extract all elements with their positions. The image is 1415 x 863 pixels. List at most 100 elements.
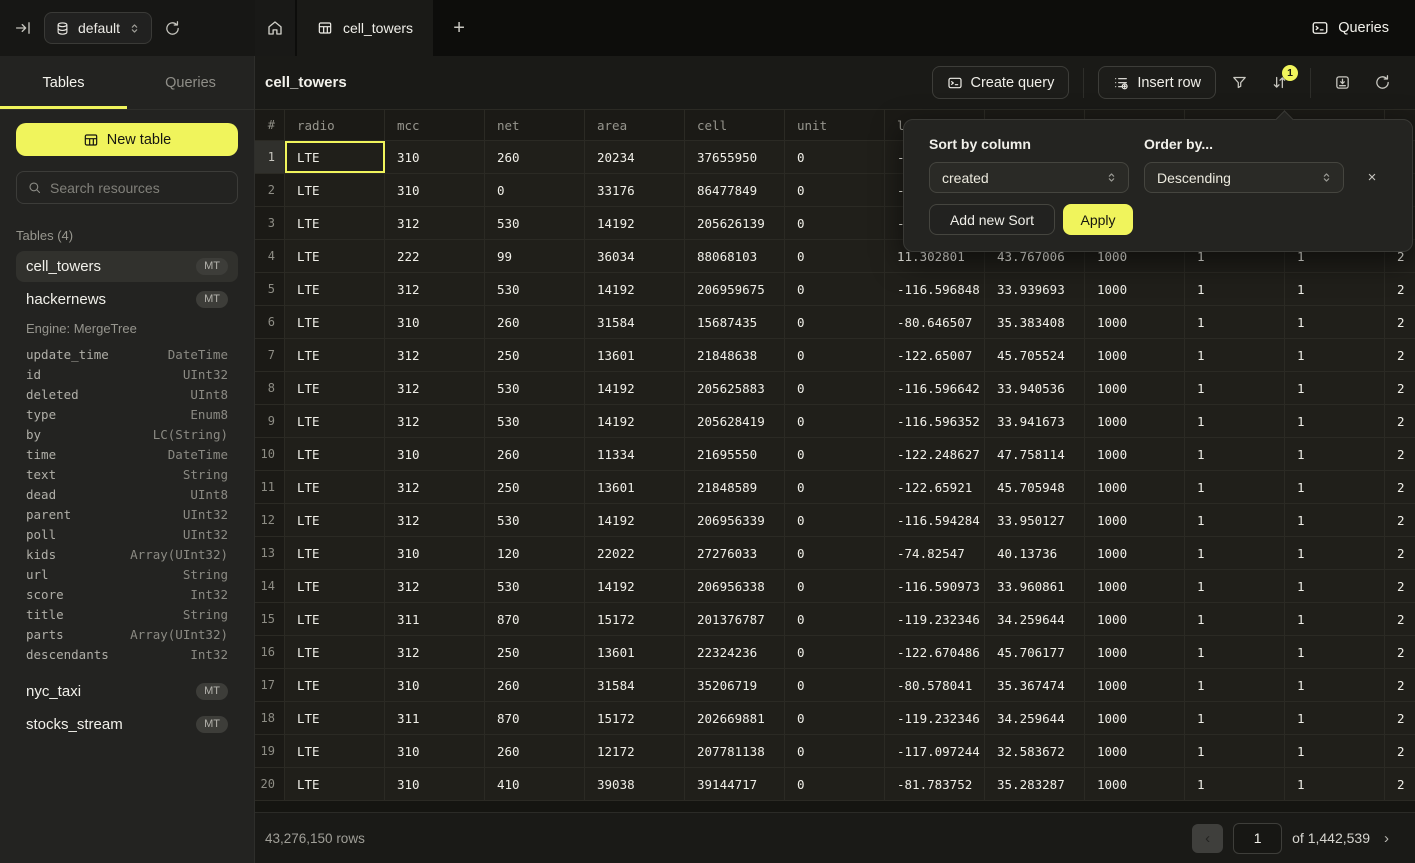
table-cell[interactable]: -116.590973 xyxy=(885,570,985,602)
table-cell[interactable]: 0 xyxy=(785,306,885,338)
table-cell[interactable]: 2 xyxy=(1385,702,1415,734)
sidebar-table-nyc_taxi[interactable]: nyc_taxiMT xyxy=(16,676,238,707)
table-cell[interactable]: 39038 xyxy=(585,768,685,800)
row-number-cell[interactable]: 16 xyxy=(255,636,285,668)
row-number-cell[interactable]: 6 xyxy=(255,306,285,338)
table-cell[interactable]: 32.583672 xyxy=(985,735,1085,767)
next-page-button[interactable]: › xyxy=(1380,830,1393,847)
table-cell[interactable]: 35.283287 xyxy=(985,768,1085,800)
table-cell[interactable]: 11334 xyxy=(585,438,685,470)
table-cell[interactable]: 312 xyxy=(385,636,485,668)
table-cell[interactable]: -80.578041 xyxy=(885,669,985,701)
table-cell[interactable]: 0 xyxy=(785,240,885,272)
table-cell[interactable]: 870 xyxy=(485,702,585,734)
table-cell[interactable]: 12172 xyxy=(585,735,685,767)
table-cell[interactable]: 310 xyxy=(385,537,485,569)
table-cell[interactable]: 15172 xyxy=(585,702,685,734)
table-cell[interactable]: 260 xyxy=(485,306,585,338)
table-cell[interactable]: 2 xyxy=(1385,570,1415,602)
table-cell[interactable]: LTE xyxy=(285,636,385,668)
column-header-mcc[interactable]: mcc xyxy=(385,110,485,140)
table-cell[interactable]: 1 xyxy=(1285,636,1385,668)
table-cell[interactable]: 312 xyxy=(385,372,485,404)
table-cell[interactable]: 1 xyxy=(1185,504,1285,536)
table-cell[interactable]: 14192 xyxy=(585,504,685,536)
row-number-cell[interactable]: 18 xyxy=(255,702,285,734)
table-cell[interactable]: 1 xyxy=(1285,438,1385,470)
database-selector[interactable]: default xyxy=(44,12,152,44)
table-cell[interactable]: 530 xyxy=(485,273,585,305)
table-cell[interactable]: 1 xyxy=(1285,537,1385,569)
table-cell[interactable]: 34.259644 xyxy=(985,702,1085,734)
table-cell[interactable]: 0 xyxy=(785,174,885,206)
table-cell[interactable]: 2 xyxy=(1385,537,1415,569)
table-cell[interactable]: 27276033 xyxy=(685,537,785,569)
column-header-row-number[interactable]: # xyxy=(255,110,285,140)
row-number-cell[interactable]: 13 xyxy=(255,537,285,569)
table-cell[interactable]: 21695550 xyxy=(685,438,785,470)
table-cell[interactable]: LTE xyxy=(285,405,385,437)
table-cell[interactable]: LTE xyxy=(285,339,385,371)
table-cell[interactable]: 1000 xyxy=(1085,768,1185,800)
table-cell[interactable]: 33.950127 xyxy=(985,504,1085,536)
table-cell[interactable]: -122.670486 xyxy=(885,636,985,668)
table-cell[interactable]: 312 xyxy=(385,504,485,536)
table-cell[interactable]: 310 xyxy=(385,174,485,206)
table-cell[interactable]: 13601 xyxy=(585,339,685,371)
table-cell[interactable]: 206956339 xyxy=(685,504,785,536)
table-cell[interactable]: 1 xyxy=(1285,603,1385,635)
table-cell[interactable]: 2 xyxy=(1385,669,1415,701)
table-cell[interactable]: 34.259644 xyxy=(985,603,1085,635)
sort-order-select[interactable]: Descending xyxy=(1144,162,1344,193)
table-cell[interactable]: -116.596352 xyxy=(885,405,985,437)
table-cell[interactable]: 310 xyxy=(385,306,485,338)
table-cell[interactable]: 206959675 xyxy=(685,273,785,305)
table-cell[interactable]: 35.367474 xyxy=(985,669,1085,701)
table-cell[interactable]: 205626139 xyxy=(685,207,785,239)
table-cell[interactable]: 0 xyxy=(785,669,885,701)
table-cell[interactable]: 13601 xyxy=(585,636,685,668)
table-cell[interactable]: 0 xyxy=(785,537,885,569)
table-cell[interactable]: 1 xyxy=(1185,603,1285,635)
table-cell[interactable]: 530 xyxy=(485,570,585,602)
row-number-cell[interactable]: 11 xyxy=(255,471,285,503)
row-number-cell[interactable]: 10 xyxy=(255,438,285,470)
table-cell[interactable]: 13601 xyxy=(585,471,685,503)
table-cell[interactable]: 0 xyxy=(785,471,885,503)
table-cell[interactable]: 0 xyxy=(785,372,885,404)
table-cell[interactable]: 2 xyxy=(1385,603,1415,635)
table-cell[interactable]: 21848589 xyxy=(685,471,785,503)
column-header-radio[interactable]: radio xyxy=(285,110,385,140)
table-cell[interactable]: 1 xyxy=(1185,768,1285,800)
table-cell[interactable]: 1000 xyxy=(1085,537,1185,569)
table-cell[interactable]: 1 xyxy=(1185,339,1285,371)
table-cell[interactable]: 14192 xyxy=(585,570,685,602)
column-header-area[interactable]: area xyxy=(585,110,685,140)
row-number-cell[interactable]: 14 xyxy=(255,570,285,602)
table-cell[interactable]: 0 xyxy=(785,207,885,239)
refresh-table-icon[interactable] xyxy=(1365,66,1399,100)
table-cell[interactable]: 206956338 xyxy=(685,570,785,602)
table-cell[interactable]: 15172 xyxy=(585,603,685,635)
table-cell[interactable]: 1 xyxy=(1285,768,1385,800)
table-cell[interactable]: 1 xyxy=(1285,273,1385,305)
table-cell[interactable]: 205625883 xyxy=(685,372,785,404)
table-cell[interactable]: -119.232346 xyxy=(885,603,985,635)
table-cell[interactable]: -116.596642 xyxy=(885,372,985,404)
table-cell[interactable]: 312 xyxy=(385,405,485,437)
table-cell[interactable]: 40.13736 xyxy=(985,537,1085,569)
table-cell[interactable]: LTE xyxy=(285,273,385,305)
table-cell[interactable]: 2 xyxy=(1385,735,1415,767)
table-cell[interactable]: 0 xyxy=(785,603,885,635)
table-cell[interactable]: 1000 xyxy=(1085,669,1185,701)
row-number-cell[interactable]: 17 xyxy=(255,669,285,701)
table-cell[interactable]: -122.248627 xyxy=(885,438,985,470)
row-number-cell[interactable]: 2 xyxy=(255,174,285,206)
table-cell[interactable]: LTE xyxy=(285,372,385,404)
table-cell[interactable]: 310 xyxy=(385,768,485,800)
table-cell[interactable]: 1000 xyxy=(1085,405,1185,437)
table-cell[interactable]: LTE xyxy=(285,768,385,800)
table-cell[interactable]: LTE xyxy=(285,570,385,602)
table-cell[interactable]: 1000 xyxy=(1085,438,1185,470)
table-cell[interactable]: 1 xyxy=(1185,735,1285,767)
